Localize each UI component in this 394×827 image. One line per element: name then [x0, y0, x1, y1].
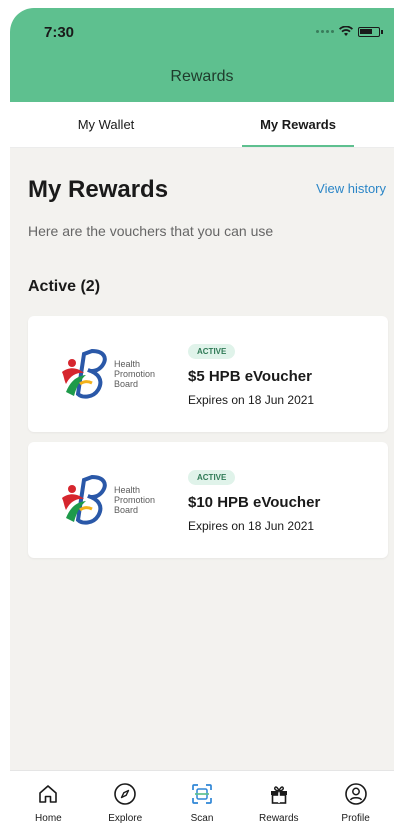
status-time: 7:30 — [44, 24, 75, 41]
nav-profile[interactable]: Profile — [317, 771, 394, 827]
status-icons — [316, 26, 383, 37]
scan-icon — [189, 781, 215, 807]
rewards-content: My Rewards View history Here are the vou… — [10, 148, 394, 770]
header-title: Rewards — [170, 68, 234, 85]
voucher-name: $10 HPB eVoucher — [188, 494, 321, 511]
nav-home[interactable]: Home — [10, 771, 87, 827]
page-title: My Rewards — [28, 176, 169, 203]
nav-label: Profile — [341, 813, 370, 824]
nav-label: Rewards — [259, 813, 299, 824]
voucher-card[interactable]: Health Promotion Board ACTIVE $5 HPB eVo… — [28, 316, 388, 432]
tab-bar: My Wallet My Rewards — [10, 102, 394, 148]
compass-icon — [112, 781, 138, 807]
bottom-nav: Home Explore Scan Rewards Profile — [10, 770, 394, 827]
active-section-title: Active (2) — [28, 278, 101, 295]
phone-screen: 7:30 Rewards My Wallet My Rewards My Rew… — [0, 0, 394, 827]
battery-icon — [358, 26, 383, 37]
signal-icon — [316, 30, 334, 33]
view-history-link[interactable]: View history — [316, 181, 386, 196]
voucher-expiry: Expires on 18 Jun 2021 — [188, 519, 315, 533]
voucher-name: $5 HPB eVoucher — [188, 368, 312, 385]
app-header: 7:30 Rewards — [10, 8, 394, 102]
status-badge: ACTIVE — [188, 344, 236, 359]
tab-my-wallet[interactable]: My Wallet — [10, 102, 202, 147]
home-icon — [35, 781, 61, 807]
hpb-logo-mark — [62, 348, 107, 399]
nav-scan[interactable]: Scan — [164, 771, 241, 827]
nav-rewards[interactable]: Rewards — [240, 771, 317, 827]
hpb-logo-text: Health Promotion Board — [114, 359, 156, 389]
nav-label: Scan — [190, 813, 214, 824]
gift-icon — [266, 781, 292, 807]
hpb-logo-text: Health Promotion Board — [114, 485, 156, 515]
hpb-logo: Health Promotion Board — [56, 474, 166, 526]
voucher-expiry: Expires on 18 Jun 2021 — [188, 393, 315, 407]
voucher-card[interactable]: Health Promotion Board ACTIVE $10 HPB eV… — [28, 442, 388, 558]
tab-my-rewards[interactable]: My Rewards — [202, 102, 394, 147]
nav-explore[interactable]: Explore — [87, 771, 164, 827]
page-subtitle: Here are the vouchers that you can use — [28, 223, 274, 239]
status-badge: ACTIVE — [188, 470, 236, 485]
hpb-logo-mark — [62, 474, 107, 525]
nav-label: Home — [35, 813, 62, 824]
nav-label: Explore — [108, 813, 143, 824]
hpb-logo: Health Promotion Board — [56, 348, 166, 400]
wifi-icon — [339, 26, 353, 36]
profile-icon — [343, 781, 369, 807]
